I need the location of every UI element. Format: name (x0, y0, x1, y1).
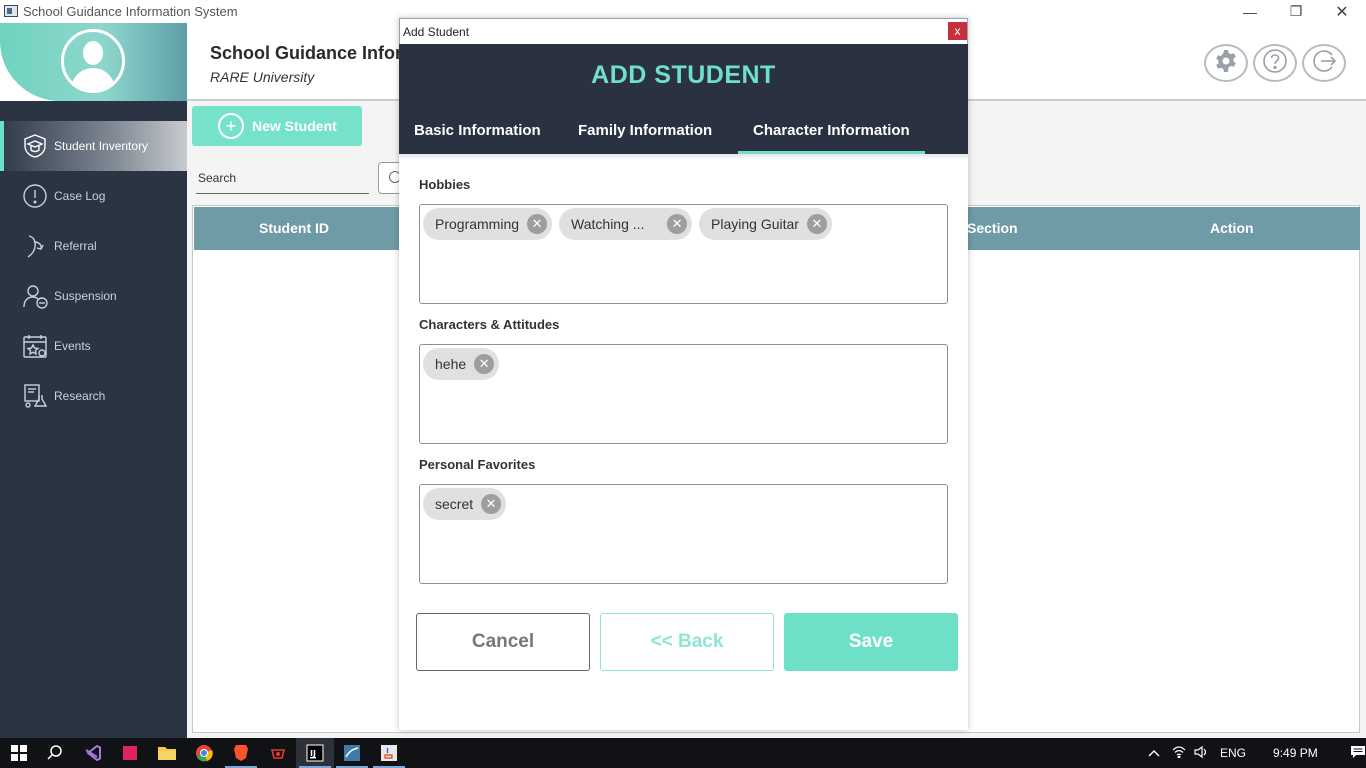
language-indicator[interactable]: ENG (1220, 746, 1246, 760)
referral-icon (20, 231, 50, 261)
minimize-button[interactable]: — (1227, 0, 1273, 23)
brave-icon[interactable] (222, 738, 260, 768)
sidebar-nav: Student Inventory Case Log Referral Susp… (0, 121, 187, 421)
action-center-icon[interactable] (1350, 745, 1366, 762)
personal-favorites-label: Personal Favorites (419, 457, 536, 472)
back-button[interactable]: << Back (600, 613, 774, 671)
system-tray: ENG 9:49 PM (1148, 738, 1366, 768)
hobby-chip: Playing Guitar ✕ (699, 208, 832, 240)
sidebar-item-label: Case Log (54, 189, 106, 203)
search-icon[interactable] (36, 738, 74, 768)
remove-chip-icon[interactable]: ✕ (527, 214, 548, 234)
sidebar-item-label: Referral (54, 239, 97, 253)
sidebar-item-research[interactable]: Research (0, 371, 187, 421)
windows-start-icon[interactable] (0, 738, 38, 768)
sidebar-item-label: Research (54, 389, 106, 403)
taskbar: IJ ENG 9:49 PM (0, 738, 1366, 768)
remove-chip-icon[interactable]: ✕ (667, 214, 688, 234)
dialog-header-shadow (399, 154, 968, 160)
favorite-chip: secret ✕ (423, 488, 507, 520)
dialog-close-button[interactable]: x (948, 22, 967, 40)
sidebar-item-suspension[interactable]: Suspension (0, 271, 187, 321)
attitude-chip: hehe ✕ (423, 348, 500, 380)
sidebar: Student Inventory Case Log Referral Susp… (0, 23, 187, 738)
remove-chip-icon[interactable]: ✕ (474, 354, 495, 374)
new-student-label: New Student (252, 118, 337, 134)
chip-label: secret (435, 496, 474, 512)
chip-label: Playing Guitar (711, 216, 799, 232)
intellij-icon[interactable]: IJ (296, 738, 334, 768)
logo-banner (0, 23, 187, 101)
graduation-shield-icon (20, 131, 50, 161)
chip-label: Watching ... (571, 216, 645, 232)
logout-button[interactable] (1302, 44, 1346, 82)
dialog-titlebar: Add Student x (399, 18, 968, 44)
chevron-up-icon[interactable] (1148, 746, 1160, 760)
dialog-window-title: Add Student (403, 25, 470, 39)
user-minus-icon (20, 281, 50, 311)
help-button[interactable] (1253, 44, 1297, 82)
sidebar-item-referral[interactable]: Referral (0, 221, 187, 271)
settings-button[interactable] (1204, 44, 1248, 82)
sidebar-item-label: Student Inventory (54, 139, 149, 153)
mysql-workbench-icon[interactable] (333, 738, 371, 768)
chrome-icon[interactable] (185, 738, 223, 768)
add-student-dialog: Add Student x ADD STUDENT Basic Informat… (399, 18, 968, 730)
app-red-icon[interactable] (111, 738, 149, 768)
gear-icon (1213, 48, 1239, 79)
chip-label: hehe (435, 356, 467, 372)
user-avatar-icon (61, 29, 125, 93)
file-explorer-icon[interactable] (148, 738, 186, 768)
hobbies-label: Hobbies (419, 177, 471, 192)
svg-text:IJ: IJ (310, 749, 316, 758)
remove-chip-icon[interactable]: ✕ (806, 214, 827, 234)
characters-attitudes-label: Characters & Attitudes (419, 317, 560, 332)
hobby-chip: Programming ✕ (423, 208, 553, 240)
window-title: School Guidance Information System (23, 4, 238, 19)
tab-family-information[interactable]: Family Information (563, 114, 727, 154)
wifi-icon[interactable] (1172, 745, 1186, 761)
cancel-button[interactable]: Cancel (416, 613, 590, 671)
search-input[interactable]: Search (198, 171, 236, 185)
page-subtitle: RARE University (210, 69, 315, 85)
sidebar-item-events[interactable]: Events (0, 321, 187, 371)
remove-chip-icon[interactable]: ✕ (481, 494, 502, 514)
tab-character-information[interactable]: Character Information (738, 114, 925, 154)
logout-icon (1311, 48, 1337, 79)
tab-basic-information[interactable]: Basic Information (399, 114, 556, 154)
hobby-chip: Watching ... ✕ (559, 208, 693, 240)
flask-icon (20, 381, 50, 411)
visual-studio-icon[interactable] (74, 738, 112, 768)
column-header-action[interactable]: Action (1210, 207, 1254, 250)
close-window-button[interactable]: ✕ (1319, 0, 1365, 23)
calendar-star-icon (20, 331, 50, 361)
app-red-2-icon[interactable] (259, 738, 297, 768)
question-circle-icon (1262, 48, 1288, 79)
personal-favorites-chip-input[interactable]: secret ✕ (419, 484, 948, 584)
chip-label: Programming (435, 216, 520, 232)
speaker-icon[interactable] (1194, 745, 1208, 761)
plus-circle-icon: + (218, 113, 244, 139)
dialog-header: ADD STUDENT Basic Information Family Inf… (399, 44, 968, 154)
java-icon[interactable] (370, 738, 408, 768)
clock[interactable]: 9:49 PM (1273, 746, 1318, 760)
sidebar-item-student-inventory[interactable]: Student Inventory (0, 121, 187, 171)
logo-area (0, 23, 187, 101)
search-underline (196, 193, 369, 194)
dialog-title: ADD STUDENT (591, 61, 776, 89)
sidebar-item-case-log[interactable]: Case Log (0, 171, 187, 221)
save-button[interactable]: Save (784, 613, 958, 671)
sidebar-item-label: Events (54, 339, 91, 353)
new-student-button[interactable]: + New Student (192, 106, 362, 146)
column-header-section[interactable]: Section (967, 207, 1018, 250)
app-icon (4, 5, 18, 17)
alert-circle-icon (20, 181, 50, 211)
restore-button[interactable]: ❐ (1273, 0, 1319, 23)
column-header-student-id[interactable]: Student ID (259, 207, 329, 250)
characters-attitudes-chip-input[interactable]: hehe ✕ (419, 344, 948, 444)
sidebar-item-label: Suspension (54, 289, 117, 303)
hobbies-chip-input[interactable]: Programming ✕ Watching ... ✕ Playing Gui… (419, 204, 948, 304)
